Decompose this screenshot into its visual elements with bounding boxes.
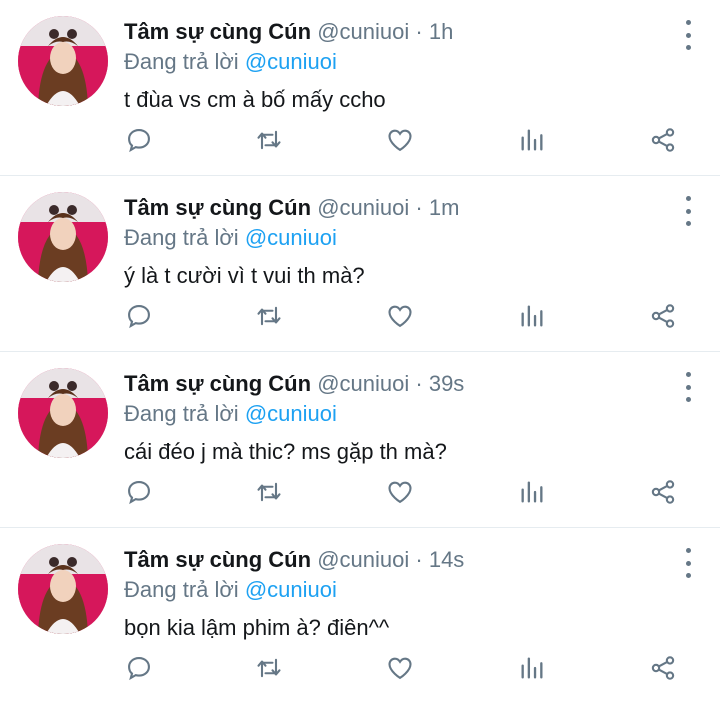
tweet-text: ý là t cười vì t vui th mà? xyxy=(124,263,365,288)
timestamp[interactable]: 39s xyxy=(429,371,464,396)
heart-icon xyxy=(388,305,412,328)
tweet[interactable]: Tâm sự cùng Cún @cuniuoi · 1m Đang trả l… xyxy=(0,176,720,352)
timestamp[interactable]: 1h xyxy=(429,19,453,44)
avatar[interactable] xyxy=(18,544,108,634)
author-handle[interactable]: @cuniuoi xyxy=(317,195,409,220)
timeline: Tâm sự cùng Cún @cuniuoi · 1h Đang trả l… xyxy=(0,0,720,704)
avatar[interactable] xyxy=(18,16,108,106)
reply-context: Đang trả lời @cuniuoi xyxy=(124,222,660,254)
author-handle[interactable]: @cuniuoi xyxy=(317,371,409,396)
share-icon xyxy=(651,656,675,680)
reply-prefix: Đang trả lời xyxy=(124,577,239,602)
heart-icon xyxy=(388,481,412,504)
retweet-button[interactable] xyxy=(251,650,287,686)
stats-icon xyxy=(521,129,543,151)
share-button[interactable] xyxy=(645,650,681,686)
reply-icon xyxy=(128,305,150,329)
stats-icon xyxy=(521,305,543,327)
separator-dot: · xyxy=(415,19,423,44)
author-name[interactable]: Tâm sự cùng Cún xyxy=(124,195,311,220)
like-button[interactable] xyxy=(382,650,418,686)
separator-dot: · xyxy=(415,371,423,396)
stats-button[interactable] xyxy=(514,474,550,510)
reply-icon xyxy=(128,129,150,153)
like-button[interactable] xyxy=(382,474,418,510)
avatar[interactable] xyxy=(18,192,108,282)
reply-context: Đang trả lời @cuniuoi xyxy=(124,46,660,78)
more-vertical-icon[interactable] xyxy=(680,20,696,50)
author-handle[interactable]: @cuniuoi xyxy=(317,547,409,572)
heart-icon xyxy=(388,657,412,680)
share-icon xyxy=(651,304,675,328)
stats-icon xyxy=(521,481,543,503)
reply-context: Đang trả lời @cuniuoi xyxy=(124,398,660,430)
author-name[interactable]: Tâm sự cùng Cún xyxy=(124,547,311,572)
share-icon xyxy=(651,480,675,504)
retweet-icon xyxy=(257,306,281,326)
reply-prefix: Đang trả lời xyxy=(124,49,239,74)
timestamp[interactable]: 1m xyxy=(429,195,460,220)
tweet-actions xyxy=(0,298,720,334)
author-handle[interactable]: @cuniuoi xyxy=(317,19,409,44)
stats-button[interactable] xyxy=(514,650,550,686)
reply-prefix: Đang trả lời xyxy=(124,225,239,250)
tweet[interactable]: Tâm sự cùng Cún @cuniuoi · 14s Đang trả … xyxy=(0,528,720,704)
reply-prefix: Đang trả lời xyxy=(124,401,239,426)
like-button[interactable] xyxy=(382,298,418,334)
stats-button[interactable] xyxy=(514,122,550,158)
more-vertical-icon[interactable] xyxy=(680,548,696,578)
tweet-text: cái đéo j mà thic? ms gặp th mà? xyxy=(124,439,447,464)
reply-button[interactable] xyxy=(121,650,157,686)
author-name[interactable]: Tâm sự cùng Cún xyxy=(124,19,311,44)
tweet-text: bọn kia lậm phim à? điên^^ xyxy=(124,615,390,640)
tweet-actions xyxy=(0,650,720,686)
reply-mention-link[interactable]: @cuniuoi xyxy=(245,401,337,426)
retweet-icon xyxy=(257,130,281,150)
stats-icon xyxy=(521,657,543,679)
reply-button[interactable] xyxy=(121,122,157,158)
stats-button[interactable] xyxy=(514,298,550,334)
retweet-button[interactable] xyxy=(251,298,287,334)
retweet-button[interactable] xyxy=(251,122,287,158)
retweet-icon xyxy=(257,658,281,678)
heart-icon xyxy=(388,129,412,152)
tweet[interactable]: Tâm sự cùng Cún @cuniuoi · 1h Đang trả l… xyxy=(0,0,720,176)
like-button[interactable] xyxy=(382,122,418,158)
share-button[interactable] xyxy=(645,298,681,334)
reply-icon xyxy=(128,481,150,505)
tweet-actions xyxy=(0,474,720,510)
tweet-actions xyxy=(0,122,720,158)
author-name[interactable]: Tâm sự cùng Cún xyxy=(124,371,311,396)
reply-mention-link[interactable]: @cuniuoi xyxy=(245,49,337,74)
reply-button[interactable] xyxy=(121,298,157,334)
separator-dot: · xyxy=(415,195,423,220)
separator-dot: · xyxy=(415,547,423,572)
more-vertical-icon[interactable] xyxy=(680,196,696,226)
avatar[interactable] xyxy=(18,368,108,458)
timestamp[interactable]: 14s xyxy=(429,547,464,572)
reply-button[interactable] xyxy=(121,474,157,510)
retweet-icon xyxy=(257,482,281,502)
share-button[interactable] xyxy=(645,122,681,158)
more-vertical-icon[interactable] xyxy=(680,372,696,402)
retweet-button[interactable] xyxy=(251,474,287,510)
reply-context: Đang trả lời @cuniuoi xyxy=(124,574,660,606)
tweet[interactable]: Tâm sự cùng Cún @cuniuoi · 39s Đang trả … xyxy=(0,352,720,528)
reply-mention-link[interactable]: @cuniuoi xyxy=(245,225,337,250)
tweet-text: t đùa vs cm à bố mấy ccho xyxy=(124,87,386,112)
reply-mention-link[interactable]: @cuniuoi xyxy=(245,577,337,602)
reply-icon xyxy=(128,657,150,681)
share-icon xyxy=(651,128,675,152)
share-button[interactable] xyxy=(645,474,681,510)
